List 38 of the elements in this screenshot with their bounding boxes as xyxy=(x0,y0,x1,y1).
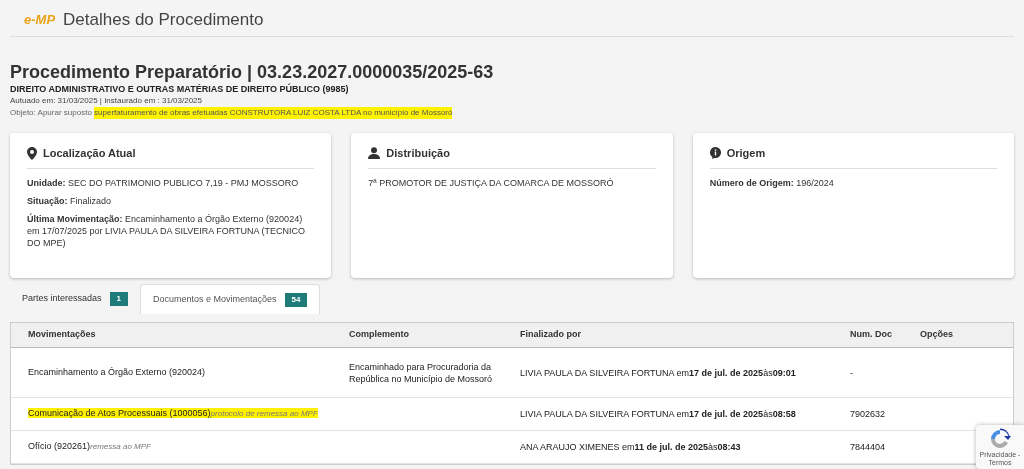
complement-text: Encaminhado para Procuradoria da República no Município de Mossoró xyxy=(349,360,493,385)
finished-by-text: LIVIA PAULA DA SILVEIRA FORTUNA em17 de jul. de 2025às09:01 xyxy=(520,366,797,379)
recaptcha-icon xyxy=(988,427,1012,451)
card-title: Origem xyxy=(726,146,766,161)
doc-number: 7844404 xyxy=(850,441,887,453)
user-icon xyxy=(368,147,381,160)
card-text: Número de Origem: 196/2024 xyxy=(709,176,835,189)
movement-text: Comunicação de Atos Processuais (1000056)protocolo de remessa ao MPF xyxy=(28,408,318,419)
doc-number: - xyxy=(850,366,854,379)
page-title: Detalhes do Procedimento xyxy=(63,9,264,32)
card-text: 7ª PROMOTOR DE JUSTIÇA DA COMARCA DE MOSSORÓ xyxy=(368,176,615,189)
card-text: Situação: Finalizado xyxy=(27,194,113,207)
column-header: Opções xyxy=(920,329,953,340)
doc-number: 7902632 xyxy=(850,408,887,420)
count-badge: 54 xyxy=(284,292,308,307)
card-text: Unidade: SEC DO PATRIMONIO PUBLICO 7,19 - PMJ MOSSORO xyxy=(27,176,300,189)
column-header: Movimentações xyxy=(28,329,96,340)
map-pin-icon xyxy=(27,146,37,160)
procedure-dates: Autuado em: 31/03/2025 | Instaurado em : 31/03/2025 xyxy=(10,95,203,107)
count-badge: 1 xyxy=(109,292,128,306)
column-header: Finalizado por xyxy=(520,329,581,340)
movement-text: Encaminhamento a Órgão Externo (920024) xyxy=(28,366,206,377)
column-header: Complemento xyxy=(349,329,409,340)
tab[interactable]: Documentos e Movimentações 54 xyxy=(140,284,321,314)
finished-by-text: ANA ARAUJO XIMENES em11 de jul. de 2025às08:43 xyxy=(520,441,742,453)
column-header: Num. Doc xyxy=(850,329,892,340)
info-icon xyxy=(709,147,721,160)
object-text: superfaturamento de obras efetuadas CONSTRUTORA LUIZ COSTA LTDA no município de Mossoró xyxy=(94,107,453,119)
card-title: Distribuição xyxy=(386,146,450,161)
tab[interactable]: Partes interessadas 1 xyxy=(10,284,140,314)
finished-by-text: LIVIA PAULA DA SILVEIRA FORTUNA em17 de jul. de 2025às08:58 xyxy=(520,408,797,420)
card-text: Última Movimentação: Encaminhamento a Órgão Externo (920024) em 17/07/2025 por LIVIA PAULA DA SILVEIRA FORTUNA (TECNICO DO MPE) xyxy=(27,212,307,249)
logo: e-MP xyxy=(24,11,56,30)
object-label: Objeto: Apurar suposto xyxy=(10,107,93,119)
procedure-title: Procedimento Preparatório | 03.23.2027.0000035/2025-63 xyxy=(10,61,495,83)
movement-text: Ofício (920261)remessa ao MPF xyxy=(28,441,151,452)
card-title: Localização Atual xyxy=(43,146,136,161)
procedure-subject: DIREITO ADMINISTRATIVO E OUTRAS MATÉRIAS DE DIREITO PÚBLICO (9985) xyxy=(10,83,350,95)
